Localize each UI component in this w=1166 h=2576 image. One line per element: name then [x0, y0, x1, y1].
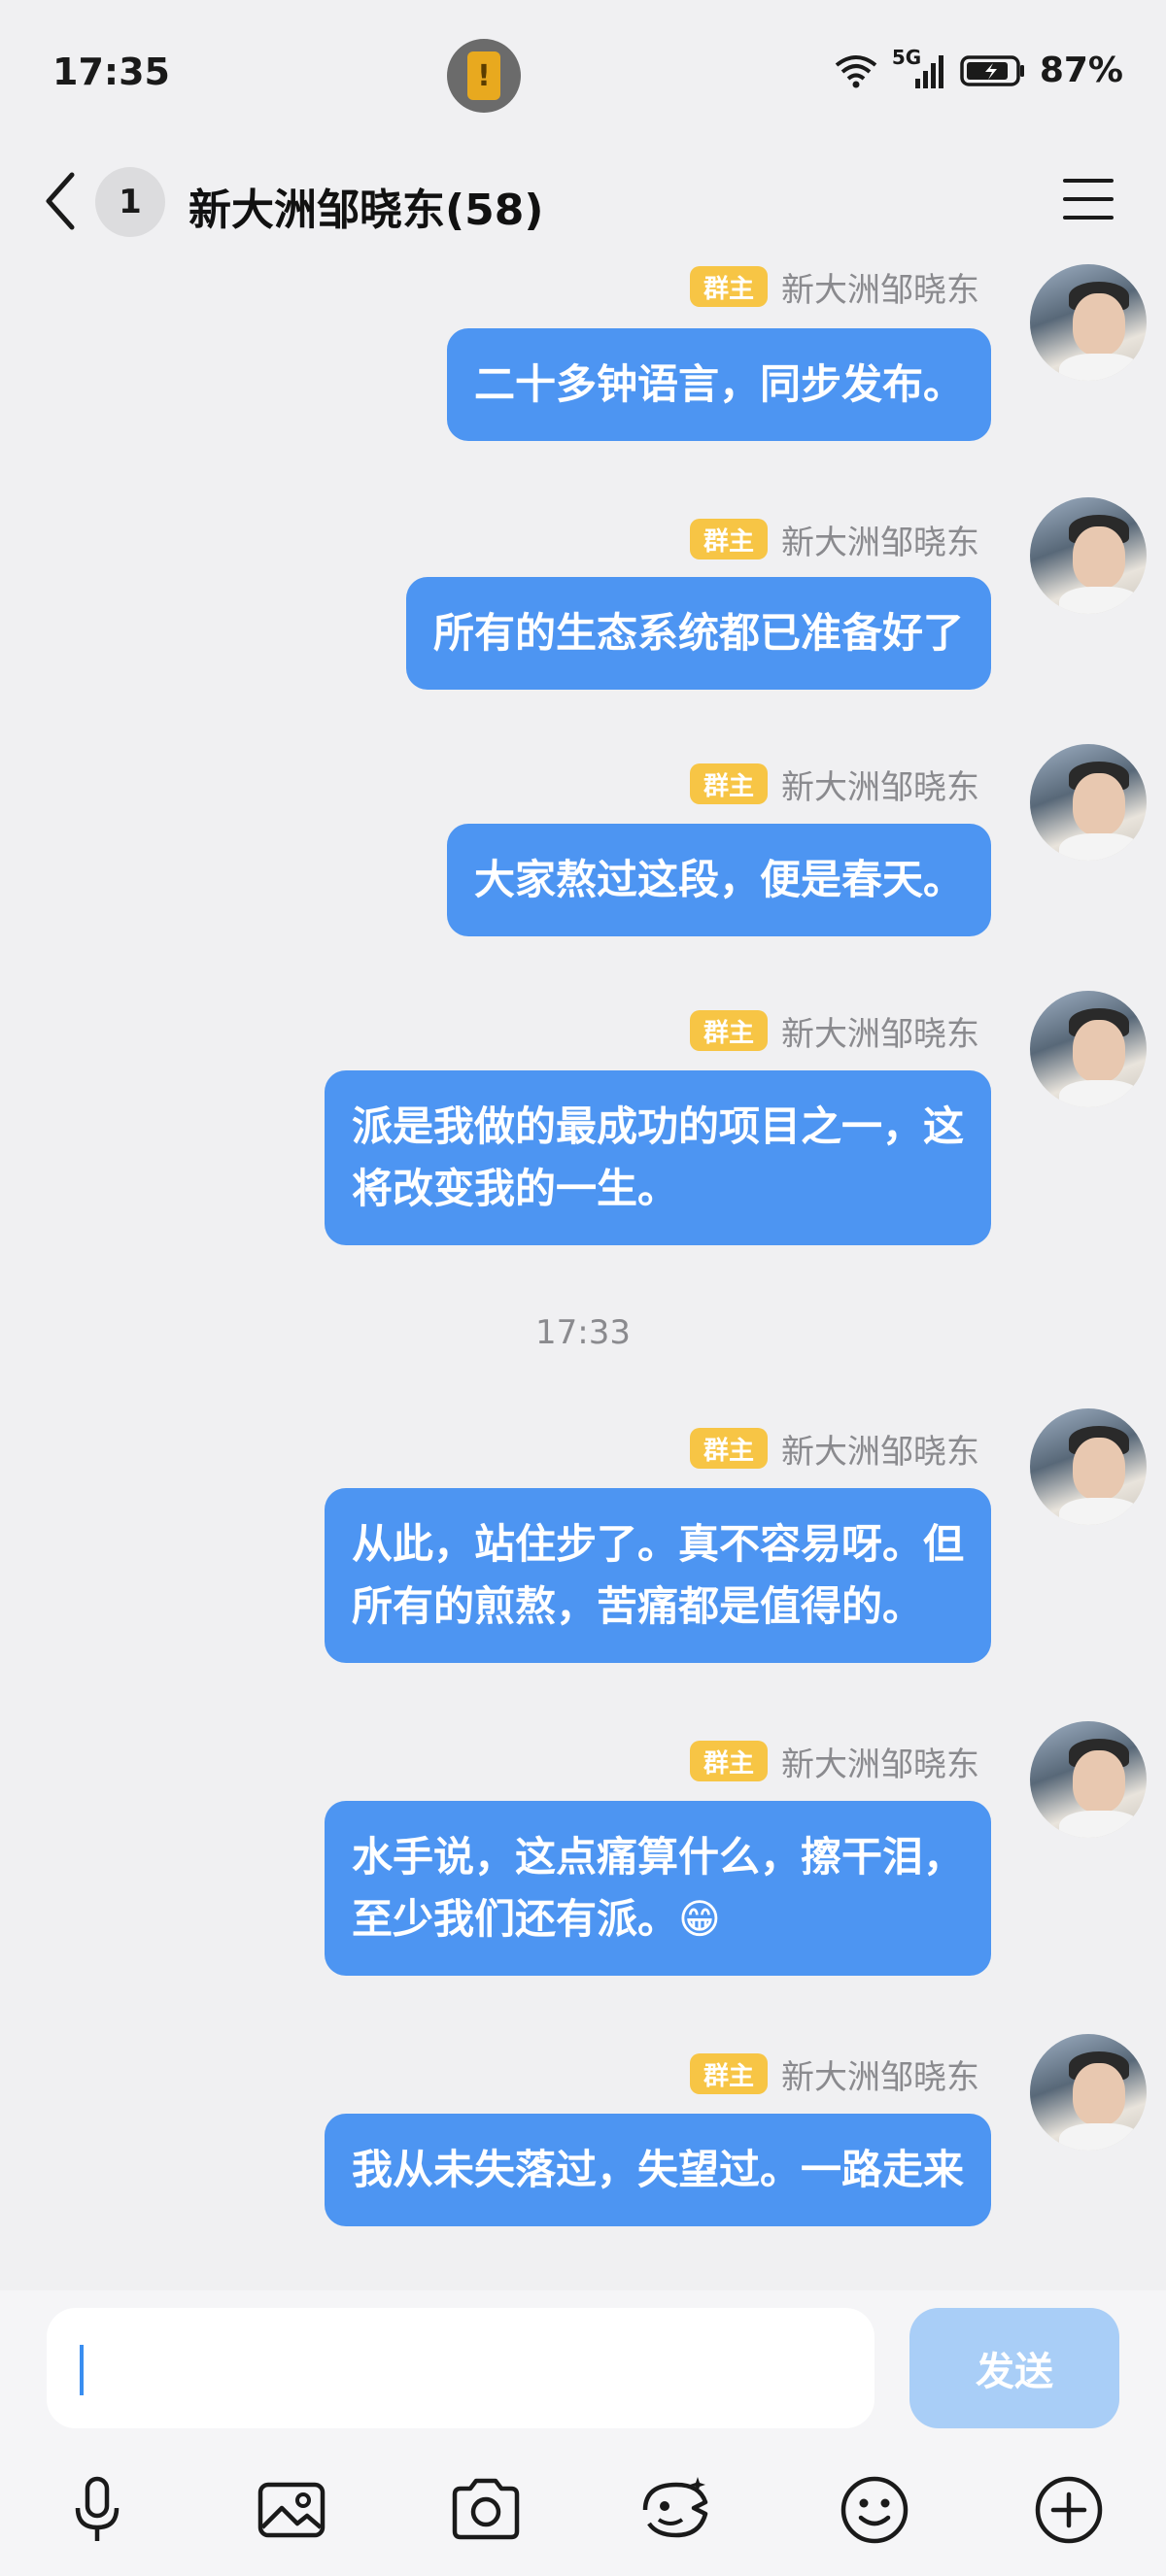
plus-icon[interactable]	[1030, 2471, 1108, 2549]
timestamp: 17:33	[535, 1313, 631, 1352]
avatar[interactable]	[1030, 1721, 1147, 1838]
sender-row: 群主 新大洲邹晓东	[689, 1425, 979, 1473]
sender-row: 群主 新大洲邹晓东	[689, 1738, 979, 1785]
message-line: 派是我做的最成功的项目之一，这	[351, 1102, 964, 1150]
sender-name[interactable]: 新大洲邹晓东	[781, 2051, 979, 2098]
status-indicators: 5G 87%	[834, 46, 1123, 90]
message-line: 所有的煎熬，苦痛都是值得的。	[351, 1582, 923, 1630]
sender-name[interactable]: 新大洲邹晓东	[781, 1738, 979, 1785]
avatar[interactable]	[1030, 2034, 1147, 2151]
message-bubble[interactable]: 从此，站住步了。真不容易呀。但 所有的煎熬，苦痛都是值得的。	[324, 1488, 991, 1663]
sender-row: 群主 新大洲邹晓东	[689, 263, 979, 311]
input-area: 发送	[0, 2290, 1166, 2576]
avatar[interactable]	[1030, 991, 1147, 1107]
message-line: 至少我们还有派。😁	[351, 1895, 721, 1943]
send-button[interactable]: 发送	[909, 2308, 1119, 2428]
message-bubble[interactable]: 派是我做的最成功的项目之一，这 将改变我的一生。	[324, 1070, 991, 1245]
emoji-icon[interactable]	[836, 2471, 913, 2549]
sender-name[interactable]: 新大洲邹晓东	[781, 516, 979, 563]
input-toolbar	[0, 2456, 1166, 2562]
message-bubble[interactable]: 大家熬过这段，便是春天。	[446, 824, 991, 936]
cellular-signal-icon: 5G	[892, 46, 946, 90]
sender-name[interactable]: 新大洲邹晓东	[781, 1007, 979, 1055]
sender-row: 群主 新大洲邹晓东	[689, 516, 979, 563]
role-tag: 群主	[689, 1010, 768, 1051]
avatar[interactable]	[1030, 744, 1147, 861]
message-line: 从此，站住步了。真不容易呀。但	[351, 1520, 964, 1568]
role-tag: 群主	[689, 763, 768, 804]
role-tag: 群主	[689, 1428, 768, 1469]
sender-row: 群主 新大洲邹晓东	[689, 2051, 979, 2098]
app-notification-icon: !	[447, 39, 521, 113]
back-arrow-icon[interactable]	[39, 167, 82, 235]
battery-percent: 87%	[1039, 51, 1123, 90]
sender-name[interactable]: 新大洲邹晓东	[781, 1425, 979, 1473]
status-time: 17:35	[52, 51, 170, 93]
message-line: 将改变我的一生。	[351, 1165, 678, 1212]
role-tag: 群主	[689, 1741, 768, 1781]
chat-header: 1 新大洲邹晓东(58)	[0, 146, 1166, 260]
wifi-icon	[835, 54, 877, 87]
status-bar: 17:35 ! 5G 87%	[0, 0, 1166, 146]
message-bubble[interactable]: 所有的生态系统都已准备好了	[405, 577, 991, 690]
sticker-icon[interactable]	[637, 2471, 715, 2549]
role-tag: 群主	[689, 266, 768, 307]
message-bubble[interactable]: 我从未失落过，失望过。一路走来	[324, 2114, 991, 2226]
microphone-icon[interactable]	[58, 2471, 136, 2549]
message-bubble[interactable]: 水手说，这点痛算什么，擦干泪， 至少我们还有派。😁	[324, 1801, 991, 1976]
avatar[interactable]	[1030, 264, 1147, 381]
text-cursor	[80, 2345, 84, 2395]
message-input[interactable]	[47, 2308, 874, 2428]
avatar[interactable]	[1030, 497, 1147, 614]
sender-name[interactable]: 新大洲邹晓东	[781, 263, 979, 311]
chat-title: 新大洲邹晓东(58)	[189, 186, 544, 235]
image-icon[interactable]	[253, 2471, 330, 2549]
menu-icon[interactable]	[1061, 175, 1115, 223]
role-tag: 群主	[689, 519, 768, 559]
role-tag: 群主	[689, 2053, 768, 2094]
avatar[interactable]	[1030, 1408, 1147, 1525]
battery-icon	[960, 54, 1024, 86]
sender-row: 群主 新大洲邹晓东	[689, 1007, 979, 1055]
message-bubble[interactable]: 二十多钟语言，同步发布。	[446, 328, 991, 441]
sender-name[interactable]: 新大洲邹晓东	[781, 761, 979, 808]
unread-count-badge[interactable]: 1	[95, 167, 165, 237]
message-line: 水手说，这点痛算什么，擦干泪，	[351, 1833, 964, 1881]
sender-row: 群主 新大洲邹晓东	[689, 761, 979, 808]
camera-icon[interactable]	[447, 2471, 525, 2549]
message-list[interactable]: 群主 新大洲邹晓东 二十多钟语言，同步发布。 群主 新大洲邹晓东 所有的生态系统…	[0, 260, 1166, 2290]
